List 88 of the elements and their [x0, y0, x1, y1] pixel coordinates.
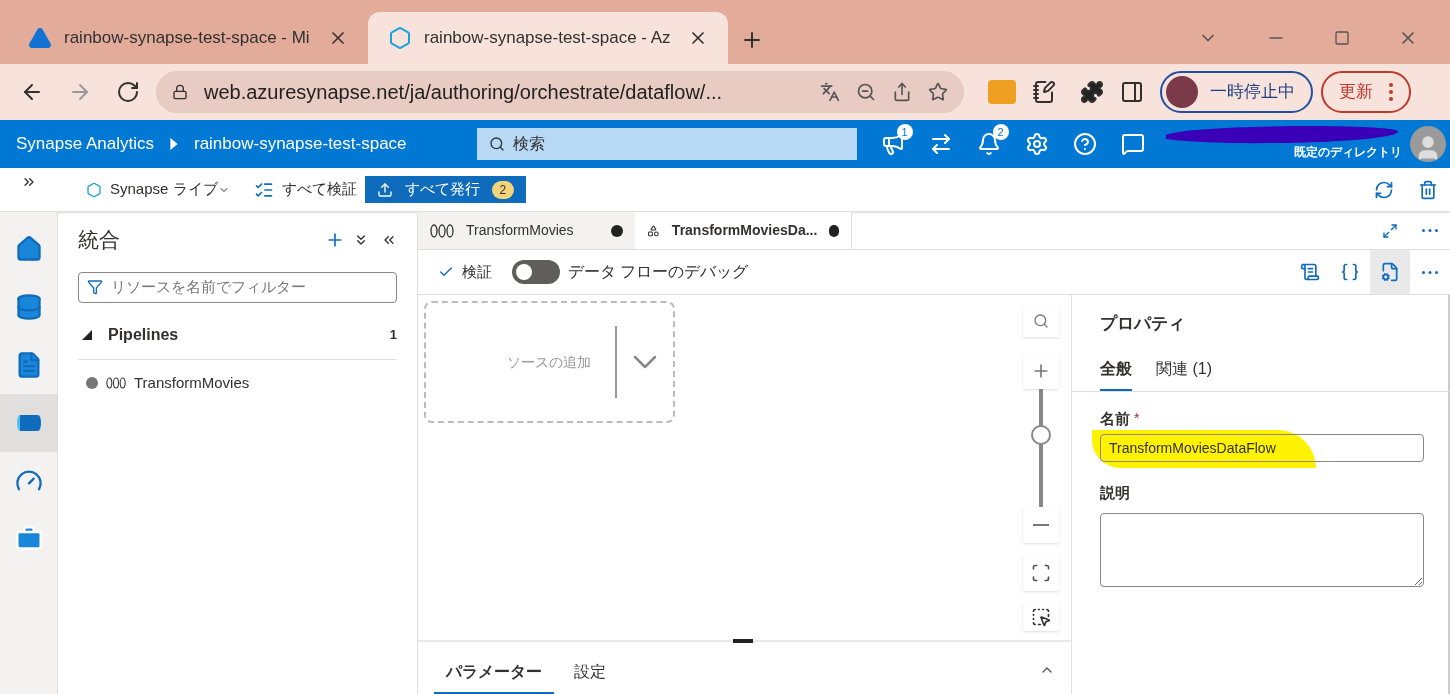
count-badge: 2	[992, 124, 1009, 140]
browser-tab[interactable]: rainbow-synapse-test-space - Mi	[8, 12, 368, 64]
tab-title: rainbow-synapse-test-space - Az	[424, 27, 672, 50]
workspace-name[interactable]: rainbow-synapse-test-space	[193, 131, 407, 157]
feedback-icon[interactable]	[1120, 132, 1145, 156]
synapse-logo-icon	[388, 26, 412, 50]
search-icon	[488, 136, 505, 152]
upload-icon	[376, 181, 393, 198]
share-icon[interactable]	[892, 82, 912, 102]
name-field[interactable]: TransformMoviesDataFlow	[1100, 434, 1424, 462]
address-bar[interactable]: web.azuresynapse.net/ja/authoring/orchestrate/dataflow/...	[156, 71, 964, 113]
document-tab[interactable]: TransformMovies	[418, 212, 635, 249]
filter-field[interactable]: リソースを名前でフィルター	[78, 271, 397, 303]
script-icon	[1300, 262, 1320, 282]
azure-logo-icon	[28, 26, 52, 50]
properties-tab[interactable]: 全般	[1100, 356, 1132, 391]
translate-icon[interactable]	[820, 82, 840, 102]
nav-item[interactable]	[0, 394, 57, 452]
properties-icon	[1380, 262, 1400, 282]
bookmark-icon[interactable]	[928, 82, 948, 102]
search-icon	[1033, 313, 1049, 329]
side-panel-icon[interactable]	[1120, 80, 1144, 104]
debug-toggle[interactable]	[512, 260, 560, 284]
help-icon[interactable]	[1072, 132, 1097, 156]
filter-icon	[87, 279, 103, 295]
database-icon	[14, 293, 43, 321]
properties-tab[interactable]: 関連 (1)	[1156, 356, 1212, 391]
bottom-tab[interactable]: パラメーター	[434, 660, 554, 694]
zoom-icon[interactable]	[856, 82, 876, 102]
refresh-icon[interactable]	[1374, 179, 1394, 200]
field-label: 名前	[1100, 408, 1130, 429]
menu-icon	[1389, 83, 1393, 101]
zoom-slider[interactable]	[1031, 389, 1051, 507]
validate-button[interactable]: 検証	[438, 260, 492, 284]
fit-button[interactable]	[1023, 555, 1059, 591]
avatar-icon	[1166, 76, 1198, 108]
browser-tab[interactable]: rainbow-synapse-test-space - Az	[368, 12, 728, 64]
fit-icon	[1031, 563, 1051, 583]
extensions-icon[interactable]	[1080, 80, 1104, 104]
reload-icon[interactable]	[116, 80, 140, 104]
url-text: web.azuresynapse.net/ja/authoring/orchestrate/dataflow/...	[204, 80, 724, 105]
zoom-in-button[interactable]	[1023, 353, 1059, 389]
bottom-tab[interactable]: 設定	[562, 660, 618, 694]
pipeline-icon	[106, 376, 126, 389]
tree-section-header[interactable]: Pipelines 1	[78, 322, 397, 360]
app-title[interactable]: Synapse Analytics	[16, 131, 154, 157]
code-icon	[1340, 262, 1360, 282]
pipeline-icon	[430, 222, 454, 239]
count-badge: 1	[896, 124, 913, 140]
publish-all-button[interactable]: すべて発行 2	[364, 176, 527, 203]
validate-all-button[interactable]: すべて検証	[253, 178, 357, 201]
tab-title: rainbow-synapse-test-space - Mi	[64, 27, 311, 50]
home-icon	[14, 235, 43, 263]
profile-button[interactable]: 一時停止中	[1160, 71, 1313, 113]
toolbox-icon	[14, 525, 43, 553]
resize-handle[interactable]	[733, 639, 753, 643]
more-icon	[1422, 270, 1438, 274]
properties-title: プロパティ	[1100, 313, 1186, 335]
panel-title: 統合	[78, 227, 121, 253]
settings-icon[interactable]	[1024, 132, 1049, 156]
discard-icon[interactable]	[1418, 179, 1438, 200]
debug-label: データ フローのデバッグ	[568, 262, 749, 282]
field-label: 説明	[1100, 483, 1131, 503]
minus-icon	[1033, 524, 1049, 526]
select-button[interactable]	[1023, 603, 1059, 631]
slider-thumb[interactable]	[1031, 425, 1051, 446]
pipeline-icon	[14, 413, 43, 433]
lock-icon	[172, 84, 188, 100]
user-avatar[interactable]	[1410, 126, 1446, 162]
synapse-logo-icon	[86, 181, 102, 198]
zoom-out-button[interactable]	[1023, 507, 1059, 543]
toolbar-icon-button[interactable]	[1370, 250, 1410, 294]
breadcrumb-caret-icon	[169, 138, 178, 150]
more-icon[interactable]	[1422, 229, 1438, 232]
description-field[interactable]	[1100, 512, 1424, 587]
required-mark: *	[1134, 409, 1140, 429]
library-button[interactable]: Synapse ライブ	[86, 178, 230, 201]
search-field[interactable]: 検索	[476, 128, 857, 160]
select-icon	[1031, 607, 1051, 627]
count-badge: 2	[491, 180, 515, 199]
directory-name: 既定のディレクトリ	[1294, 144, 1402, 161]
dataflow-icon	[647, 222, 660, 239]
note-icon[interactable]	[1032, 80, 1056, 104]
search-button[interactable]	[1023, 305, 1059, 337]
expand-icon[interactable]	[1382, 222, 1398, 239]
tree-item[interactable]: TransformMovies	[86, 371, 397, 394]
maximize-icon[interactable]	[1334, 30, 1350, 46]
update-button[interactable]: 更新	[1321, 71, 1411, 113]
